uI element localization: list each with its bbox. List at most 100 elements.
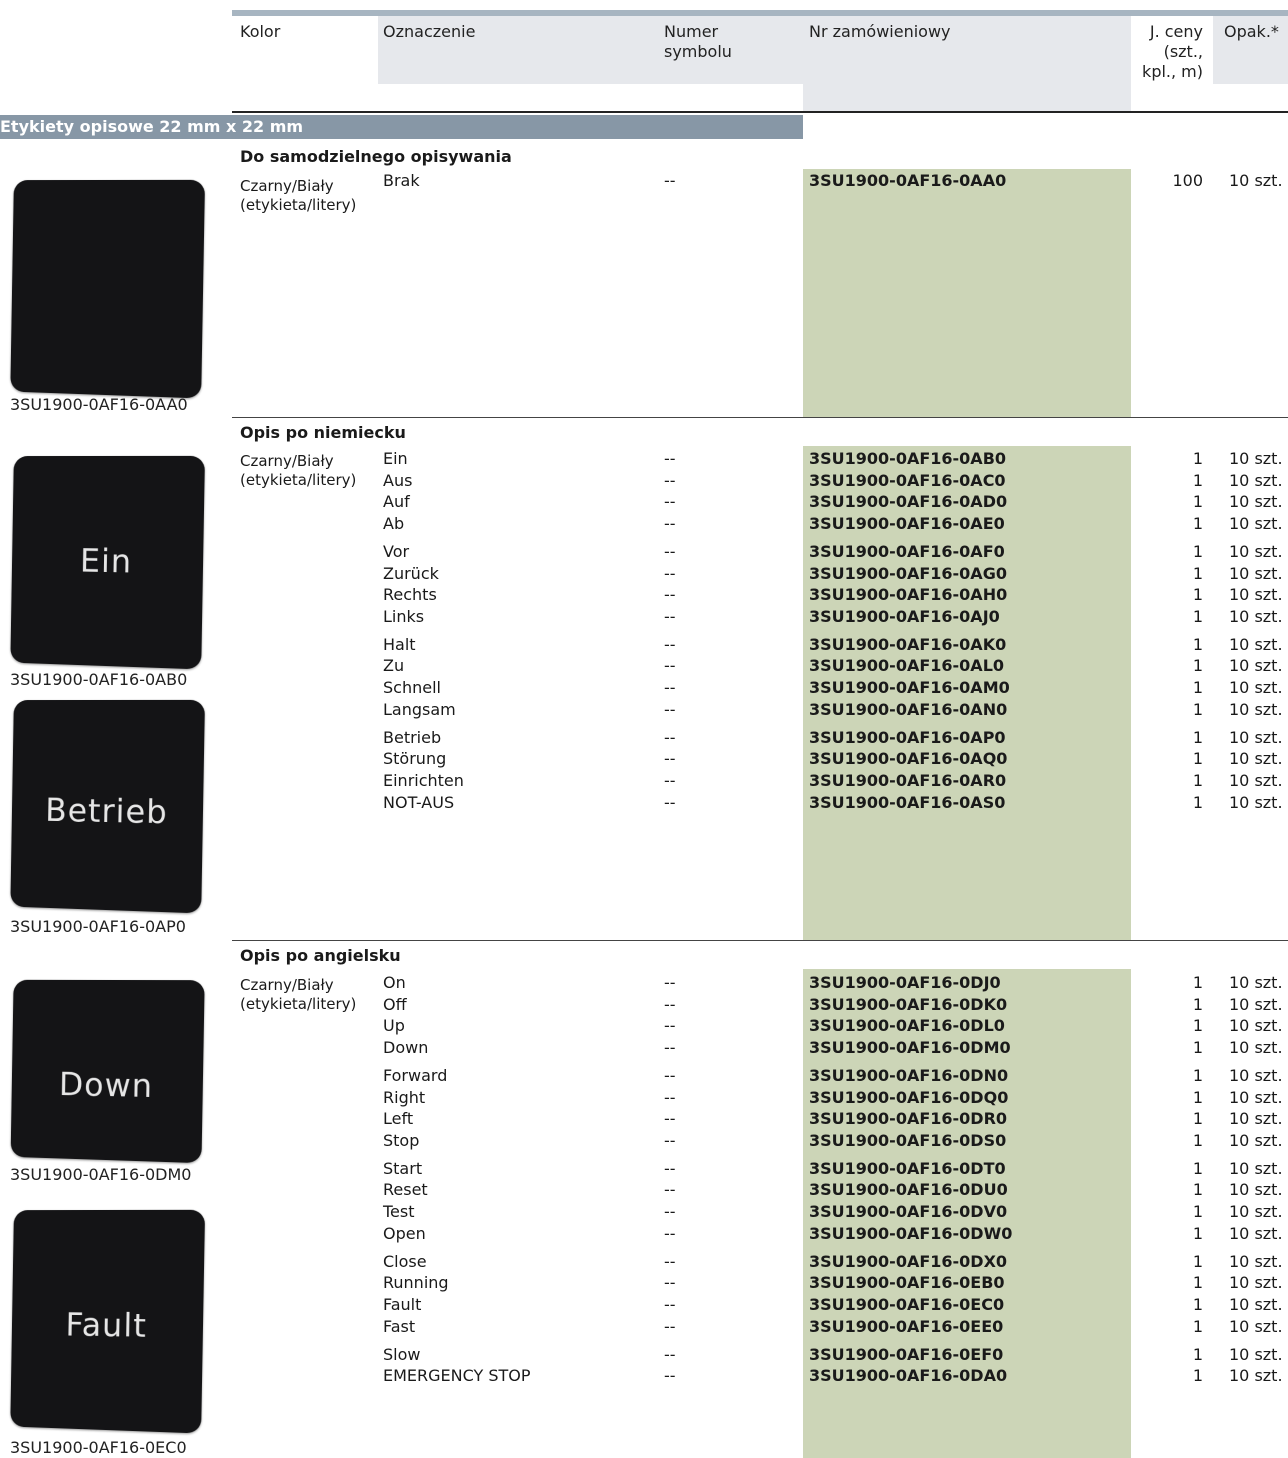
row-order-number: 3SU1900-0AF16-0DA0 xyxy=(809,1366,1008,1386)
row-price-unit: 1 xyxy=(1192,541,1203,561)
row-pack: 10 szt. xyxy=(1229,449,1283,468)
image-caption: 3SU1900-0AF16-0AP0 xyxy=(10,917,186,936)
row-pack: 10 szt. xyxy=(1229,1109,1283,1129)
label-tile-image: Ein xyxy=(10,455,205,670)
row-price-unit: 1 xyxy=(1192,699,1203,719)
row-symbol: -- xyxy=(664,1202,676,1221)
row-symbol: -- xyxy=(664,727,676,747)
row-pack: 10 szt. xyxy=(1229,634,1283,654)
header-opak: Opak.* xyxy=(1224,22,1279,41)
row-order-number: 3SU1900-0AF16-0DL0 xyxy=(809,1016,1005,1036)
row-order-number: 3SU1900-0AF16-0AN0 xyxy=(809,699,1008,719)
row-oznaczenie: Right xyxy=(383,1087,426,1107)
row-pack: 10 szt. xyxy=(1229,470,1283,490)
row-symbol: -- xyxy=(664,1273,676,1293)
row-pack: 10 szt. xyxy=(1229,1158,1283,1178)
row-symbol: -- xyxy=(664,770,676,790)
row-order-number: 3SU1900-0AF16-0DT0 xyxy=(809,1158,1006,1178)
row-pack: 10 szt. xyxy=(1229,656,1283,676)
row-oznaczenie: Off xyxy=(383,994,407,1014)
row-price-unit: 1 xyxy=(1192,1087,1203,1107)
row-price-unit: 1 xyxy=(1192,1366,1203,1386)
row-order-number: 3SU1900-0AF16-0AF0 xyxy=(809,541,1005,561)
row-pack: 10 szt. xyxy=(1229,606,1283,626)
row-order-number: 3SU1900-0AF16-0AL0 xyxy=(809,656,1005,676)
row-price-unit: 1 xyxy=(1192,656,1203,676)
row-symbol: -- xyxy=(664,678,676,697)
row-pack: 10 szt. xyxy=(1229,973,1283,992)
row-oznaczenie: Zurück xyxy=(383,563,439,583)
kolor-line-1: Czarny/Biały xyxy=(240,452,334,470)
order-bg-group-1 xyxy=(803,169,1131,417)
row-pack: 10 szt. xyxy=(1229,1087,1283,1107)
row-pack: 10 szt. xyxy=(1229,1016,1283,1036)
row-price-unit: 1 xyxy=(1192,1065,1203,1085)
tile-label: Ein xyxy=(79,541,133,581)
row-oznaczenie: Fault xyxy=(383,1294,422,1314)
row-price-unit: 1 xyxy=(1192,1316,1203,1336)
row-price-unit: 1 xyxy=(1192,727,1203,747)
row-order-number: 3SU1900-0AF16-0AA0 xyxy=(809,171,1007,190)
image-caption: 3SU1900-0AF16-0EC0 xyxy=(10,1438,187,1457)
row-symbol: -- xyxy=(664,513,676,533)
row-oznaczenie: On xyxy=(383,973,406,992)
row-symbol: -- xyxy=(664,656,676,676)
row-oznaczenie: Langsam xyxy=(383,699,456,719)
row-order-number: 3SU1900-0AF16-0AD0 xyxy=(809,492,1008,512)
row-oznaczenie: Start xyxy=(383,1158,423,1178)
header-numer-symbolu-2: symbolu xyxy=(664,42,732,61)
row-pack: 10 szt. xyxy=(1229,1251,1283,1271)
row-oznaczenie: EMERGENCY STOP xyxy=(383,1366,531,1386)
image-caption: 3SU1900-0AF16-0DM0 xyxy=(10,1165,192,1184)
row-oznaczenie: Ab xyxy=(383,513,405,533)
row-order-number: 3SU1900-0AF16-0DU0 xyxy=(809,1180,1008,1200)
row-symbol: -- xyxy=(664,1316,676,1336)
row-pack: 10 szt. xyxy=(1229,541,1283,561)
row-oznaczenie: Test xyxy=(383,1202,415,1221)
row-price-unit: 1 xyxy=(1192,1037,1203,1057)
row-price-unit: 1 xyxy=(1192,792,1203,812)
row-order-number: 3SU1900-0AF16-0DS0 xyxy=(809,1130,1007,1150)
row-price-unit: 1 xyxy=(1192,1202,1203,1221)
row-oznaczenie: Auf xyxy=(383,492,410,512)
row-pack: 10 szt. xyxy=(1229,171,1283,190)
row-symbol: -- xyxy=(664,1180,676,1200)
row-oznaczenie: Brak xyxy=(383,171,420,190)
row-symbol: -- xyxy=(664,1037,676,1057)
row-symbol: -- xyxy=(664,470,676,490)
row-symbol: -- xyxy=(664,699,676,719)
header-nr-zamowieniowy: Nr zamówieniowy xyxy=(809,22,951,41)
row-symbol: -- xyxy=(664,585,676,605)
label-tile-image xyxy=(10,179,206,399)
row-price-unit: 1 xyxy=(1192,1158,1203,1178)
row-oznaczenie: Aus xyxy=(383,470,413,490)
image-caption: 3SU1900-0AF16-0AA0 xyxy=(10,395,188,414)
row-price-unit: 1 xyxy=(1192,1109,1203,1129)
row-order-number: 3SU1900-0AF16-0DN0 xyxy=(809,1065,1009,1085)
row-symbol: -- xyxy=(664,171,676,190)
row-symbol: -- xyxy=(664,563,676,583)
row-symbol: -- xyxy=(664,1065,676,1085)
row-oznaczenie: Forward xyxy=(383,1065,448,1085)
row-pack: 10 szt. xyxy=(1229,513,1283,533)
row-symbol: -- xyxy=(664,973,676,992)
row-order-number: 3SU1900-0AF16-0DQ0 xyxy=(809,1087,1009,1107)
row-order-number: 3SU1900-0AF16-0AG0 xyxy=(809,563,1007,583)
row-pack: 10 szt. xyxy=(1229,492,1283,512)
row-pack: 10 szt. xyxy=(1229,1202,1283,1221)
row-oznaczenie: Down xyxy=(383,1037,429,1057)
row-symbol: -- xyxy=(664,541,676,561)
row-oznaczenie: Halt xyxy=(383,634,416,654)
row-order-number: 3SU1900-0AF16-0EB0 xyxy=(809,1273,1005,1293)
row-oznaczenie: Schnell xyxy=(383,678,441,697)
row-oznaczenie: Ein xyxy=(383,449,408,468)
header-j-ceny-1: J. ceny xyxy=(1149,22,1203,41)
row-order-number: 3SU1900-0AF16-0AM0 xyxy=(809,678,1010,697)
row-symbol: -- xyxy=(664,634,676,654)
row-oznaczenie: Links xyxy=(383,606,425,626)
row-order-number: 3SU1900-0AF16-0DJ0 xyxy=(809,973,1001,992)
kolor-line-1: Czarny/Biały xyxy=(240,976,334,994)
row-pack: 10 szt. xyxy=(1229,585,1283,605)
kolor-line-2: (etykieta/litery) xyxy=(240,471,357,489)
row-pack: 10 szt. xyxy=(1229,1344,1283,1364)
